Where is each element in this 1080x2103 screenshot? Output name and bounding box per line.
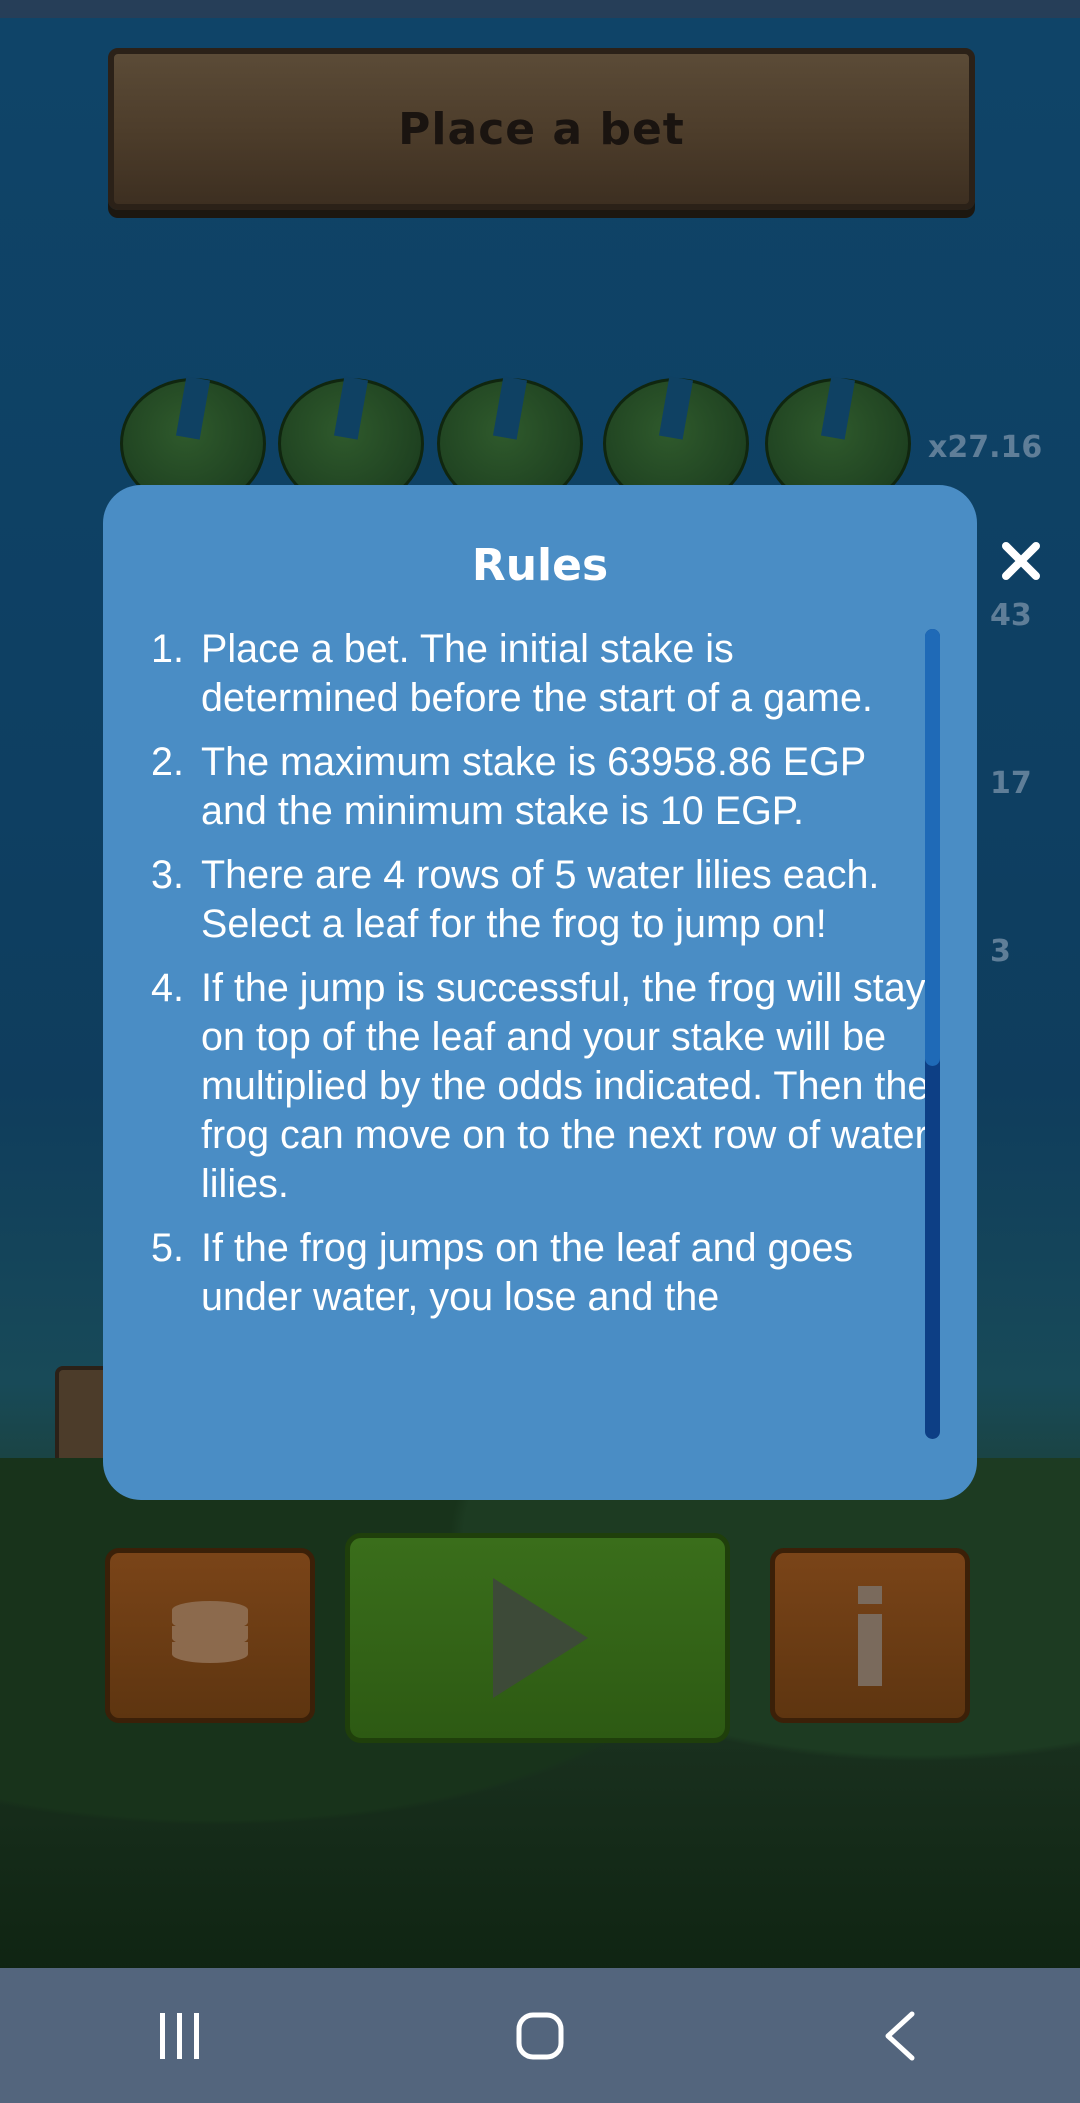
rule-item: 4. If the jump is successful, the frog w… <box>151 964 931 1209</box>
scrollbar-thumb[interactable] <box>925 629 940 1066</box>
rule-text: There are 4 rows of 5 water lilies each.… <box>201 853 880 946</box>
home-button[interactable] <box>480 1986 600 2086</box>
rule-item: 3. There are 4 rows of 5 water lilies ea… <box>151 851 931 949</box>
rule-text: The maximum stake is 63958.86 EGP and th… <box>201 740 866 833</box>
status-bar <box>0 0 1080 18</box>
close-icon <box>1002 542 1040 580</box>
close-button[interactable] <box>995 535 1047 587</box>
home-icon <box>516 2012 564 2059</box>
scrollbar-track[interactable] <box>925 629 940 1439</box>
rule-number: 5. <box>151 1226 184 1270</box>
rule-text: If the jump is successful, the frog will… <box>201 966 930 1206</box>
system-nav-bar <box>0 1968 1080 2103</box>
rules-dialog: Rules 1. Place a bet. The initial stake … <box>103 485 977 1500</box>
rule-item: 5. If the frog jumps on the leaf and goe… <box>151 1224 931 1322</box>
rule-number: 3. <box>151 853 184 897</box>
rule-item: 1. Place a bet. The initial stake is det… <box>151 625 931 723</box>
rules-list: 1. Place a bet. The initial stake is det… <box>151 625 931 1322</box>
rule-number: 4. <box>151 966 184 1010</box>
rule-item: 2. The maximum stake is 63958.86 EGP and… <box>151 738 931 836</box>
recents-button[interactable] <box>120 1986 240 2086</box>
recents-icon <box>160 2012 199 2059</box>
rule-number: 1. <box>151 627 184 671</box>
rules-title: Rules <box>471 540 609 591</box>
rule-number: 2. <box>151 740 184 784</box>
back-icon <box>885 2011 915 2060</box>
rule-text: If the frog jumps on the leaf and goes u… <box>201 1226 854 1319</box>
back-button[interactable] <box>840 1986 960 2086</box>
rule-text: Place a bet. The initial stake is determ… <box>201 627 873 720</box>
rules-scroll-area[interactable]: 1. Place a bet. The initial stake is det… <box>151 625 931 1443</box>
